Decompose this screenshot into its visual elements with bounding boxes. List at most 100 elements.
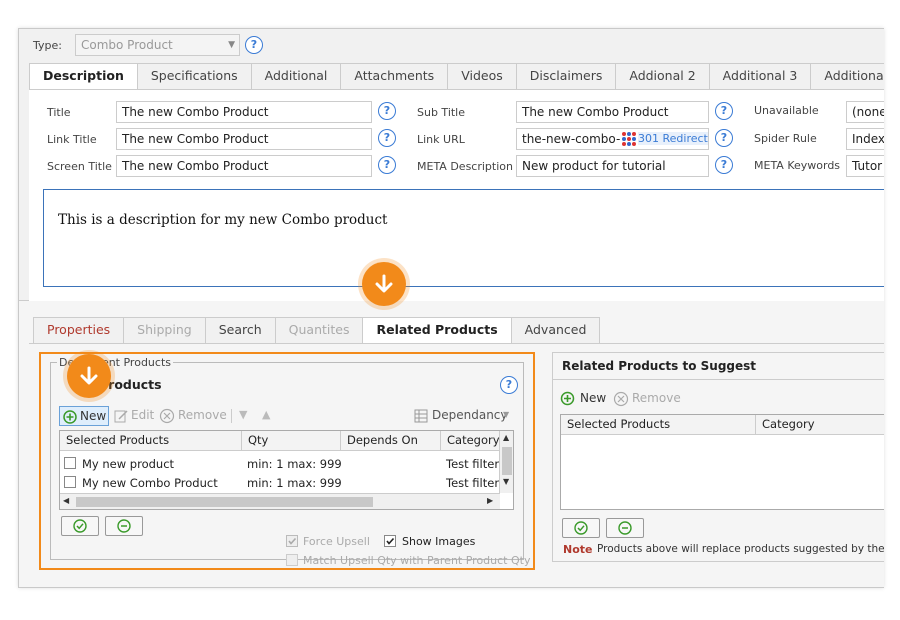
help-icon[interactable]: ? <box>378 129 396 147</box>
category-cell: Test filters <box>446 457 506 471</box>
grid-icon <box>414 409 428 423</box>
row-checkbox[interactable] <box>64 476 76 488</box>
column-header[interactable]: Category <box>756 415 884 435</box>
suggest-new-label: New <box>580 391 607 405</box>
column-header[interactable]: Selected Products <box>561 415 756 435</box>
tab-quantites[interactable]: Quantites <box>274 317 364 343</box>
accept-button[interactable] <box>61 516 99 536</box>
match-upsell-checkbox[interactable] <box>286 554 298 566</box>
type-label: Type: <box>33 39 62 52</box>
title-label: Title <box>47 106 71 119</box>
help-icon[interactable]: ? <box>378 156 396 174</box>
tab-additional-3[interactable]: Additional 3 <box>708 63 812 89</box>
help-icon[interactable]: ? <box>500 376 518 394</box>
new-button-label: New <box>80 409 107 423</box>
horizontal-scrollbar[interactable]: ◀ ▶ <box>60 493 500 509</box>
help-icon[interactable]: ? <box>245 36 263 54</box>
screen-title-input[interactable]: The new Combo Product <box>116 155 372 177</box>
tab-divider <box>29 343 884 344</box>
minus-circle-icon <box>618 521 632 535</box>
suggest-panel-title: Related Products to Suggest <box>562 359 757 373</box>
column-header[interactable]: Selected Products <box>60 431 242 451</box>
scroll-thumb[interactable] <box>502 447 512 475</box>
link-url-value: the-new-combo- <box>522 132 621 146</box>
chevron-down-icon: ▼ <box>228 40 235 50</box>
match-upsell-label: Match Upsell Qty with Parent Product Qty <box>303 554 531 567</box>
meta-keywords-input[interactable]: Tutor <box>846 155 884 177</box>
link-title-input[interactable]: The new Combo Product <box>116 128 372 150</box>
show-images-checkbox[interactable] <box>384 535 396 547</box>
spider-rule-label: Spider Rule <box>754 132 817 145</box>
row-checkbox[interactable] <box>64 457 76 469</box>
redirect-link[interactable]: 301 Redirect <box>638 132 708 145</box>
description-text: This is a description for my new Combo p… <box>58 212 388 228</box>
help-icon[interactable]: ? <box>715 129 733 147</box>
dependent-products-grid: Selected Products Qty Depends On Categor… <box>59 430 514 510</box>
tab-addional-2[interactable]: Addional 2 <box>615 63 710 89</box>
table-row[interactable]: My new Combo Product min: 1 max: 999 Tes… <box>60 474 505 492</box>
tab-videos[interactable]: Videos <box>447 63 517 89</box>
column-header[interactable]: Depends On <box>341 431 441 451</box>
tab-related-products[interactable]: Related Products <box>362 317 512 344</box>
link-title-label: Link Title <box>47 133 97 146</box>
product-editor-window: Type: Combo Product ▼ ? Description Spec… <box>18 28 884 588</box>
sub-title-label: Sub Title <box>417 106 466 119</box>
tab-shipping[interactable]: Shipping <box>123 317 206 343</box>
vertical-scrollbar[interactable]: ▲ ▼ <box>499 431 513 493</box>
check-circle-icon <box>73 519 87 533</box>
note-text: Products above will replace products sug… <box>597 543 884 555</box>
remove-circle-icon <box>613 391 629 407</box>
plus-circle-icon <box>560 391 575 406</box>
help-icon[interactable]: ? <box>715 156 733 174</box>
title-input[interactable]: The new Combo Product <box>116 101 372 123</box>
tab-description[interactable]: Description <box>29 63 138 90</box>
spider-rule-select[interactable]: Index <box>846 128 884 150</box>
help-icon[interactable]: ? <box>378 102 396 120</box>
tab-properties[interactable]: Properties <box>33 317 125 343</box>
type-select[interactable]: Combo Product ▼ <box>75 34 240 56</box>
edit-button-label: Edit <box>131 408 155 422</box>
scroll-right-icon[interactable]: ▶ <box>487 496 493 505</box>
dependency-dropdown[interactable]: Dependancy ▼ <box>414 407 514 425</box>
help-icon[interactable]: ? <box>715 102 733 120</box>
tab-additional-4[interactable]: Additional 4 <box>810 63 884 89</box>
scroll-down-icon[interactable]: ▼ <box>503 477 509 486</box>
column-header[interactable]: Qty <box>242 431 341 451</box>
minus-button[interactable] <box>105 516 143 536</box>
toolbar-separator <box>231 409 232 423</box>
unavailable-select[interactable]: (none <box>846 101 884 123</box>
tab-disclaimers[interactable]: Disclaimers <box>515 63 617 89</box>
tab-search[interactable]: Search <box>204 317 276 343</box>
scroll-left-icon[interactable]: ◀ <box>63 496 69 505</box>
suggest-accept-button[interactable] <box>562 518 600 538</box>
link-url-label: Link URL <box>417 133 465 146</box>
note-label: Note <box>563 543 593 556</box>
remove-button-label: Remove <box>178 408 227 422</box>
move-down-icon[interactable]: ▼ <box>239 408 247 421</box>
scroll-up-icon[interactable]: ▲ <box>503 433 509 442</box>
description-editor[interactable]: This is a description for my new Combo p… <box>43 189 884 287</box>
new-button[interactable]: New <box>59 406 109 426</box>
tab-advanced[interactable]: Advanced <box>510 317 601 343</box>
chevron-down-icon: ▼ <box>503 410 510 419</box>
tab-additional[interactable]: Additional <box>250 63 342 89</box>
column-header[interactable]: Category <box>441 431 501 451</box>
tab-attachments[interactable]: Attachments <box>340 63 449 89</box>
sub-title-input[interactable]: The new Combo Product <box>516 101 709 123</box>
bottom-tab-bar: Properties Shipping Search Quantites Rel… <box>33 317 601 344</box>
description-section: Type: Combo Product ▼ ? Description Spec… <box>19 29 884 301</box>
scroll-thumb[interactable] <box>76 497 373 507</box>
table-row[interactable]: My new product min: 1 max: 999 Test filt… <box>60 455 505 473</box>
suggest-remove-button[interactable]: Remove <box>613 390 681 408</box>
edit-button[interactable]: Edit <box>113 407 157 425</box>
remove-button[interactable]: Remove <box>159 407 227 425</box>
meta-description-input[interactable]: New product for tutorial <box>516 155 709 177</box>
suggest-minus-button[interactable] <box>606 518 644 538</box>
qty-cell: min: 1 max: 999 <box>247 457 342 471</box>
force-upsell-checkbox[interactable] <box>286 535 298 547</box>
move-up-icon[interactable]: ▲ <box>262 408 270 421</box>
tab-specifications[interactable]: Specifications <box>136 63 252 89</box>
arrow-down-icon <box>362 262 406 306</box>
redirect-dots-icon <box>621 131 637 147</box>
suggest-new-button[interactable]: New <box>560 390 612 408</box>
